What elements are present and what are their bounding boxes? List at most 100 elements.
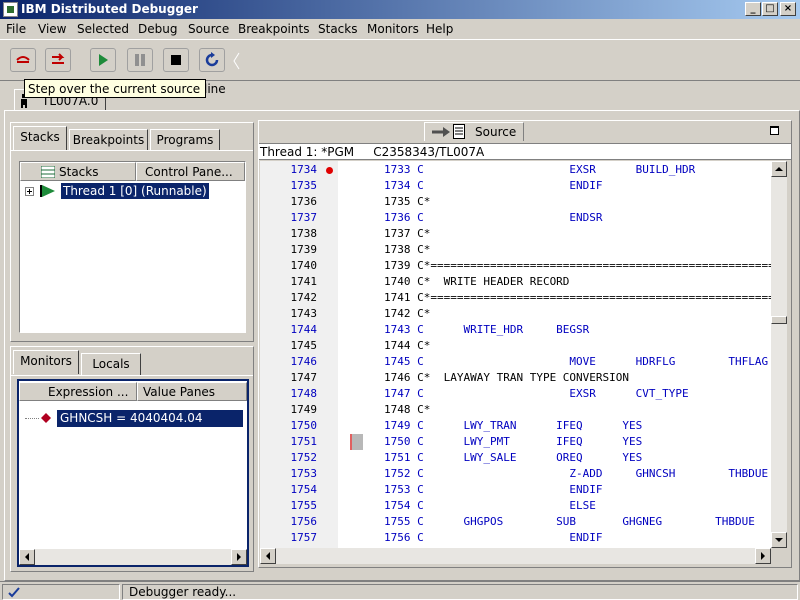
source-line[interactable]: 1757 1756 C ENDIF [260,530,771,546]
line-number[interactable]: 1751 [260,434,318,450]
source-line[interactable]: 1745 1744 C* [260,338,771,354]
menu-monitors[interactable]: Monitors [367,22,419,36]
line-source: 1746 C* LAYAWAY TRAN TYPE CONVERSION [384,371,630,384]
line-number[interactable]: 1753 [260,466,318,482]
line-number[interactable]: 1735 [260,178,318,194]
maximize-pane-icon[interactable] [770,126,779,135]
source-line[interactable]: 1756 1755 C GHGPOS SUB GHGNEG THBDUE [260,514,771,530]
line-number[interactable]: 1752 [260,450,318,466]
source-line[interactable]: 1748 1747 C EXSR CVT_TYPE [260,386,771,402]
tab-stacks[interactable]: Stacks [13,126,67,150]
source-line[interactable]: 1750 1749 C LWY_TRAN IFEQ YES [260,418,771,434]
line-number[interactable]: 1755 [260,498,318,514]
line-number[interactable]: 1746 [260,354,318,370]
monitors-hscroll-track[interactable] [35,549,231,565]
stacks-column-icon [41,166,55,178]
source-view[interactable]: 1734 1733 C EXSR BUILD_HDR 1735 1734 C ENDI… [260,161,771,548]
source-scroll-up-button[interactable] [771,161,787,177]
line-number[interactable]: 1736 [260,194,318,210]
source-line[interactable]: 1740 1739 C*=============================… [260,258,772,274]
line-number[interactable]: 1754 [260,482,318,498]
line-number[interactable]: 1747 [260,370,318,386]
source-line[interactable]: 1734 1733 C EXSR BUILD_HDR [260,162,771,178]
tab-monitors[interactable]: Monitors [13,350,79,374]
execution-point-marker [350,434,363,450]
pause-button[interactable] [127,48,153,72]
line-number[interactable]: 1757 [260,530,318,546]
breakpoint-icon[interactable] [326,167,333,174]
step-over-button[interactable] [45,48,71,72]
line-source: 1742 C* [384,307,431,320]
line-number[interactable]: 1739 [260,242,318,258]
toolbar-chevron-icon[interactable] [232,52,240,70]
tab-breakpoints[interactable]: Breakpoints [69,129,148,151]
tab-programs[interactable]: Programs [150,129,220,151]
close-button[interactable]: × [780,2,796,16]
source-line[interactable]: 1751 1750 C LWY_PMT IFEQ YES [260,434,771,450]
menu-breakpoints[interactable]: Breakpoints [238,22,309,36]
stop-button[interactable] [163,48,189,72]
source-header-tab[interactable]: Source [424,122,524,141]
line-number[interactable]: 1743 [260,306,318,322]
line-number[interactable]: 1738 [260,226,318,242]
source-line[interactable]: 1738 1737 C* [260,226,771,242]
source-line[interactable]: 1752 1751 C LWY_SALE OREQ YES [260,450,771,466]
line-number[interactable]: 1756 [260,514,318,530]
line-number[interactable]: 1737 [260,210,318,226]
line-number[interactable]: 1741 [260,274,318,290]
monitors-scroll-left-button[interactable] [19,549,35,565]
line-number[interactable]: 1749 [260,402,318,418]
thread-item[interactable]: Thread 1 [0] (Runnable) [61,183,209,199]
source-line[interactable]: 1755 1754 C ELSE [260,498,771,514]
line-source: 1750 C LWY_PMT IFEQ YES [384,435,643,448]
menu-stacks[interactable]: Stacks [318,22,357,36]
source-vscroll-thumb[interactable] [771,316,787,324]
source-line[interactable]: 1744 1743 C WRITE_HDR BEGSR [260,322,771,338]
line-number[interactable]: 1740 [260,258,318,274]
minimize-button[interactable]: _ [745,2,761,16]
line-number[interactable]: 1748 [260,386,318,402]
menu-source[interactable]: Source [188,22,229,36]
line-number[interactable]: 1742 [260,290,318,306]
source-line[interactable]: 1736 1735 C* [260,194,771,210]
source-vscroll-track[interactable] [771,177,787,532]
source-hscroll-track[interactable] [276,548,755,564]
source-scroll-left-button[interactable] [260,548,276,564]
line-number[interactable]: 1745 [260,338,318,354]
source-scroll-right-button[interactable] [755,548,771,564]
line-source: 1736 C ENDSR [384,211,603,224]
menu-selected[interactable]: Selected [77,22,129,36]
source-line[interactable]: 1742 1741 C*=============================… [260,290,772,306]
menu-file[interactable]: File [6,22,26,36]
column-header-control-pane[interactable]: Control Pane... [136,162,245,181]
source-line[interactable]: 1743 1742 C* [260,306,771,322]
source-line[interactable]: 1749 1748 C* [260,402,771,418]
menu-help[interactable]: Help [426,22,453,36]
restart-button[interactable] [199,48,225,72]
line-number[interactable]: 1750 [260,418,318,434]
menu-debug[interactable]: Debug [138,22,177,36]
monitor-item[interactable]: GHNCSH = 4040404.04 [57,410,243,427]
expand-icon[interactable] [25,187,34,196]
maximize-button[interactable]: □ [762,2,778,16]
step-into-button[interactable] [10,48,36,72]
run-button[interactable] [90,48,116,72]
line-number[interactable]: 1744 [260,322,318,338]
source-line[interactable]: 1735 1734 C ENDIF [260,178,771,194]
monitors-scroll-right-button[interactable] [231,549,247,565]
source-line[interactable]: 1754 1753 C ENDIF [260,482,771,498]
column-header-value[interactable]: Value Panes [137,382,247,401]
menu-view[interactable]: View [38,22,66,36]
source-line[interactable]: 1753 1752 C Z-ADD GHNCSH THBDUE [260,466,771,482]
source-line[interactable]: 1739 1738 C* [260,242,771,258]
column-header-expression[interactable]: Expression ... [19,382,137,401]
tab-locals[interactable]: Locals [81,353,141,375]
source-line[interactable]: 1741 1740 C* WRITE HEADER RECORD [260,274,771,290]
line-source: 1739 C*=================================… [384,259,771,272]
source-line[interactable]: 1737 1736 C ENDSR [260,210,771,226]
source-scroll-down-button[interactable] [771,532,787,548]
source-line[interactable]: 1746 1745 C MOVE HDRFLG THFLAG [260,354,771,370]
line-number[interactable]: 1734 [260,162,318,178]
column-header-stacks[interactable]: Stacks [20,162,136,181]
source-line[interactable]: 1747 1746 C* LAYAWAY TRAN TYPE CONVERSION [260,370,771,386]
